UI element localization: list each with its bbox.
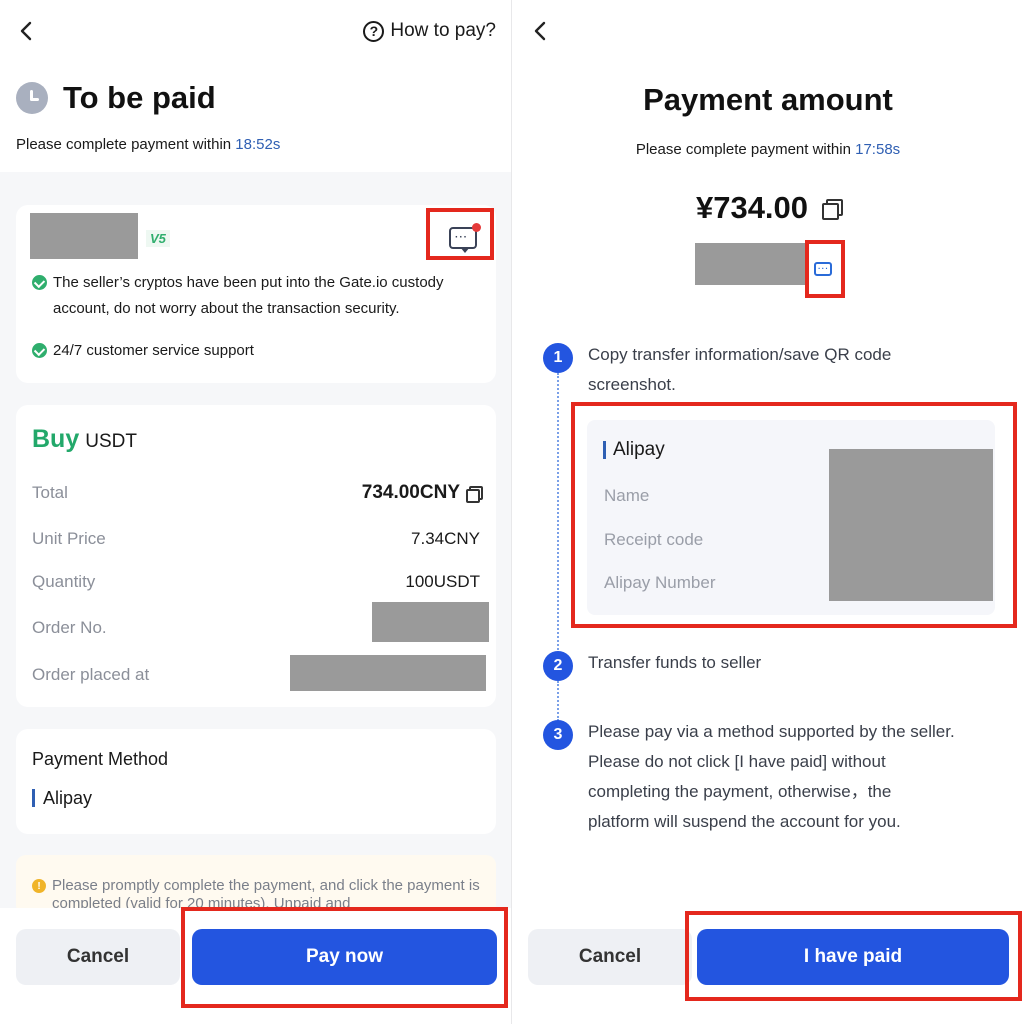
step-number: 1	[543, 343, 573, 373]
how-to-pay-label: How to pay?	[390, 20, 496, 41]
seller-bullet: The seller’s cryptos have been put into …	[32, 270, 487, 322]
seller-level-badge: V5	[146, 230, 170, 247]
unit-price-value: 7.34CNY	[411, 529, 480, 548]
step-text: Please pay via a method supported by the…	[588, 722, 955, 831]
cancel-button[interactable]: Cancel	[528, 929, 692, 985]
seller-bullet: 24/7 customer service support	[32, 338, 254, 364]
steps-connector	[557, 681, 559, 721]
step-text: Transfer funds to seller	[588, 653, 762, 672]
highlight-box-chat	[426, 208, 494, 260]
amount-value: ¥734.00	[695, 190, 809, 225]
highlight-box-pay-now	[181, 907, 508, 1008]
check-circle-icon	[32, 343, 47, 358]
payment-method-alipay[interactable]: Alipay	[32, 789, 92, 807]
step-number: 2	[543, 651, 573, 681]
order-no-redacted	[372, 602, 489, 642]
quantity-label: Quantity	[32, 572, 96, 591]
steps-connector	[557, 373, 559, 661]
step-text: Copy transfer information/save QR code s…	[588, 345, 892, 394]
info-icon: !	[32, 879, 46, 893]
highlight-box-transfer-info	[571, 402, 1017, 628]
back-arrow-icon[interactable]	[16, 18, 46, 48]
timer-label: Please complete payment within	[635, 141, 851, 158]
check-circle-icon	[32, 275, 47, 290]
payment-timer: Please complete payment within 18:52s	[16, 136, 280, 153]
copy-icon[interactable]	[822, 199, 844, 220]
order-placed-label: Order placed at	[32, 665, 150, 684]
how-to-pay-link[interactable]: ? How to pay?	[363, 20, 496, 42]
left-screen: ? How to pay? To be paid Please complete…	[0, 0, 512, 1024]
payment-timer: Please complete payment within 17:58s	[512, 141, 1024, 158]
payment-method-card: Payment Method Alipay	[16, 729, 496, 834]
page-title: Payment amount	[643, 82, 893, 117]
highlight-box-chat	[805, 240, 845, 298]
order-time-redacted	[290, 655, 486, 691]
quantity-value: 100USDT	[405, 572, 480, 591]
total-label: Total	[32, 483, 68, 502]
order-card: Buy USDT Total 734.00CNY Unit Price 7.34…	[16, 405, 496, 707]
question-circle-icon: ?	[363, 20, 385, 42]
total-value[interactable]: 734.00CNY	[362, 482, 483, 504]
seller-name-redacted	[30, 213, 138, 259]
order-heading: Buy USDT	[32, 425, 137, 454]
seller-name-redacted	[695, 243, 805, 285]
copy-icon[interactable]	[466, 486, 483, 503]
timer-value: 17:58s	[855, 141, 901, 158]
unit-price-label: Unit Price	[32, 529, 106, 548]
page-title: To be paid	[63, 80, 216, 115]
step-number: 3	[543, 720, 573, 750]
payment-method-title: Payment Method	[32, 749, 169, 769]
highlight-box-i-have-paid	[685, 911, 1022, 1001]
order-asset: USDT	[85, 431, 137, 452]
order-no-label: Order No.	[32, 618, 107, 637]
timer-label: Please complete payment within	[16, 136, 232, 153]
payment-notice: ! Please promptly complete the payment, …	[16, 855, 496, 915]
clock-icon	[16, 82, 48, 114]
cancel-button[interactable]: Cancel	[16, 929, 180, 985]
right-screen: Payment amount Please complete payment w…	[512, 0, 1024, 1024]
timer-value: 18:52s	[235, 136, 281, 153]
seller-card: V5 ··· The seller’s cryptos have been pu…	[16, 205, 496, 383]
order-action: Buy	[32, 425, 80, 453]
back-arrow-icon[interactable]	[530, 18, 560, 48]
payment-amount: ¥734.00	[512, 190, 1024, 226]
